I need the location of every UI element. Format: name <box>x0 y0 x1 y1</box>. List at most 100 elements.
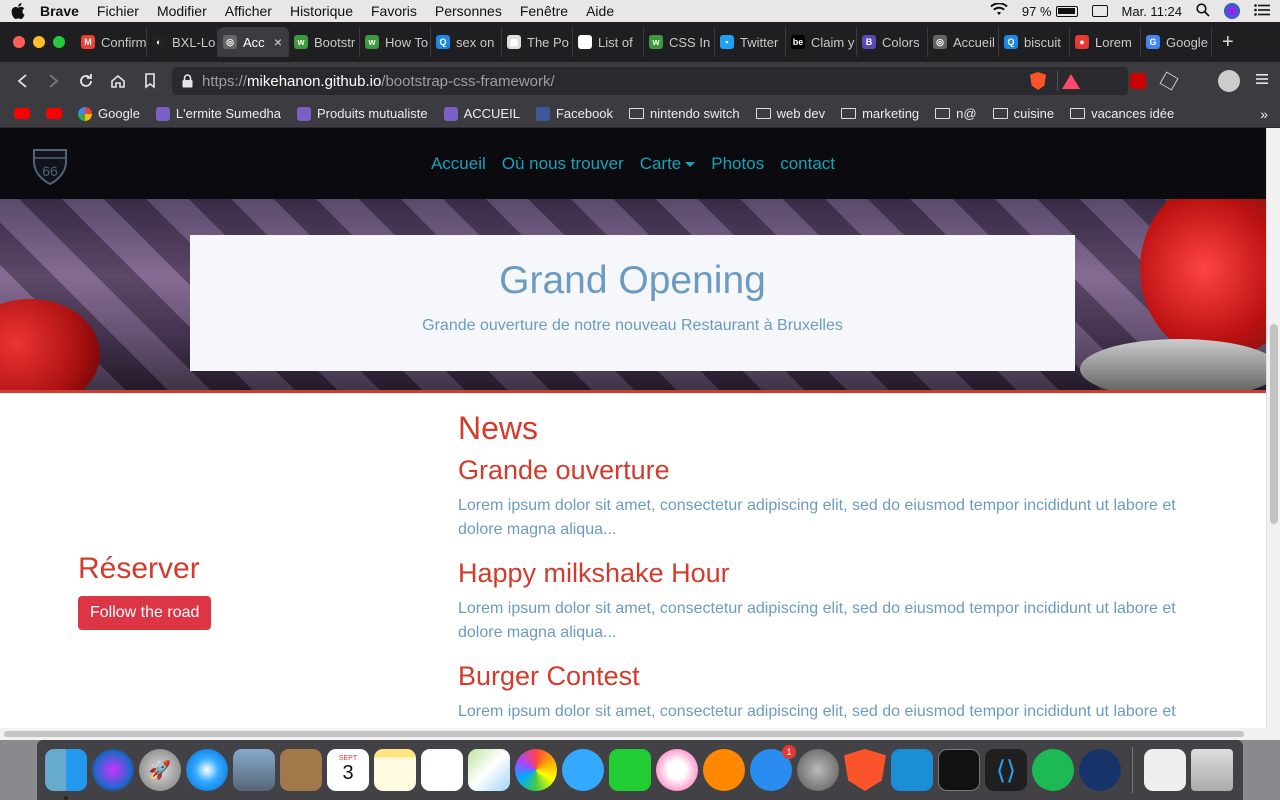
bookmark-item[interactable] <box>6 108 38 119</box>
nav-contact[interactable]: contact <box>772 154 843 174</box>
bookmark-item[interactable]: vacances idée <box>1062 106 1182 121</box>
keyboard-icon[interactable] <box>1091 5 1108 17</box>
bookmark-icon[interactable] <box>134 65 166 97</box>
home-button[interactable] <box>102 65 134 97</box>
itunes-icon[interactable] <box>656 749 698 791</box>
messages-icon[interactable] <box>562 749 604 791</box>
notes-icon[interactable] <box>374 749 416 791</box>
brave-shields-icon[interactable] <box>1030 72 1046 90</box>
browser-tab[interactable]: be Claim y <box>786 27 857 57</box>
browser-tab[interactable]: ◎ Acc × <box>218 27 289 57</box>
steam-icon[interactable] <box>1079 749 1121 791</box>
forward-button[interactable] <box>38 65 70 97</box>
menu-afficher[interactable]: Afficher <box>216 3 281 19</box>
brave-rewards-icon[interactable] <box>1062 73 1080 89</box>
siri-icon[interactable] <box>1224 3 1240 19</box>
route-66-logo[interactable]: 66 <box>30 146 70 186</box>
news-item-title[interactable]: Grande ouverture <box>458 455 1188 486</box>
vscode-icon[interactable]: ⟨⟩ <box>985 749 1027 791</box>
minimize-window-button[interactable] <box>33 36 45 48</box>
safari-icon[interactable] <box>186 749 228 791</box>
browser-tab[interactable]: w How To <box>360 27 431 57</box>
extension-cube-icon[interactable] <box>1159 71 1179 91</box>
affinity-designer-icon[interactable] <box>891 749 933 791</box>
terminal-icon[interactable] <box>938 749 980 791</box>
battery-indicator[interactable]: 97 % <box>1022 4 1078 19</box>
reload-button[interactable] <box>70 65 102 97</box>
browser-tab[interactable]: G Google <box>1141 27 1212 57</box>
nav-carte-dropdown[interactable]: Carte <box>632 154 704 174</box>
menu-favoris[interactable]: Favoris <box>362 3 426 19</box>
photos-icon[interactable] <box>515 749 557 791</box>
nav-ou-nous-trouver[interactable]: Où nous trouver <box>494 154 632 174</box>
bookmark-item[interactable]: nintendo switch <box>621 106 748 121</box>
apple-icon[interactable] <box>0 3 36 19</box>
facetime-icon[interactable] <box>609 749 651 791</box>
tab-close-icon[interactable]: × <box>274 34 282 50</box>
books-icon[interactable] <box>703 749 745 791</box>
trash-icon[interactable] <box>1191 749 1233 791</box>
browser-tab[interactable]: B Colors <box>857 27 928 57</box>
menu-fenetre[interactable]: Fenêtre <box>511 3 577 19</box>
browser-tab[interactable]: W List of <box>573 27 644 57</box>
finder-icon[interactable] <box>45 749 87 800</box>
bookmark-item[interactable]: L'ermite Sumedha <box>148 106 289 121</box>
clock[interactable]: Mar. 11:24 <box>1122 4 1182 19</box>
wifi-icon[interactable] <box>990 2 1008 19</box>
browser-tab[interactable]: ● Lorem <box>1070 27 1141 57</box>
bookmarks-overflow-icon[interactable]: » <box>1260 106 1268 122</box>
bookmark-item[interactable]: marketing <box>833 106 927 121</box>
bookmark-item[interactable]: cuisine <box>985 106 1062 121</box>
news-item-title[interactable]: Burger Contest <box>458 661 1188 692</box>
documents-folder-icon[interactable] <box>1144 749 1186 791</box>
horizontal-scroll-thumb[interactable] <box>4 731 1244 737</box>
spotlight-search-icon[interactable] <box>1196 2 1210 20</box>
mail-icon[interactable] <box>233 749 275 791</box>
back-button[interactable] <box>6 65 38 97</box>
bookmark-item[interactable] <box>38 108 70 119</box>
close-window-button[interactable] <box>13 36 25 48</box>
new-tab-button[interactable]: + <box>1212 31 1234 54</box>
bookmark-item[interactable]: n@ <box>927 106 984 121</box>
launchpad-icon[interactable]: 🚀 <box>139 749 181 791</box>
nav-accueil[interactable]: Accueil <box>423 154 494 174</box>
menu-fichier[interactable]: Fichier <box>88 3 148 19</box>
bookmark-item[interactable]: Google <box>70 106 148 121</box>
browser-tab[interactable]: Qbiscuit <box>999 27 1070 57</box>
siri-dock-icon[interactable] <box>92 749 134 791</box>
browser-tab[interactable]: ▦ The Po <box>502 27 573 57</box>
profile-avatar[interactable] <box>1218 70 1240 92</box>
browser-tab[interactable]: ▪ Twitter <box>715 27 786 57</box>
reminders-icon[interactable] <box>421 749 463 791</box>
notification-center-icon[interactable] <box>1254 3 1270 19</box>
extension-lastpass-icon[interactable] <box>1130 73 1146 89</box>
brave-icon[interactable] <box>844 749 886 791</box>
browser-tab[interactable]: M Confirm <box>76 27 147 57</box>
calendar-icon[interactable]: SEPT 3 <box>327 749 369 791</box>
bookmark-item[interactable]: Facebook <box>528 106 621 121</box>
system-preferences-icon[interactable] <box>797 749 839 791</box>
maps-icon[interactable] <box>468 749 510 791</box>
menu-aide[interactable]: Aide <box>577 3 623 19</box>
address-bar[interactable]: https://mikehanon.github.io/bootstrap-cs… <box>172 67 1128 95</box>
browser-tab[interactable]: ◎ Accueil <box>928 27 999 57</box>
menu-modifier[interactable]: Modifier <box>148 3 216 19</box>
bookmark-item[interactable]: ACCUEIL <box>436 106 528 121</box>
vertical-scrollbar[interactable] <box>1266 128 1280 728</box>
news-item-title[interactable]: Happy milkshake Hour <box>458 558 1188 589</box>
browser-tab[interactable]: ◐ BXL-Lo <box>147 27 218 57</box>
browser-tab[interactable]: w CSS In <box>644 27 715 57</box>
notebook-icon[interactable] <box>280 749 322 791</box>
bookmark-item[interactable]: web dev <box>748 106 833 121</box>
horizontal-scrollbar[interactable] <box>0 728 1266 740</box>
browser-tab[interactable]: Qsex on <box>431 27 502 57</box>
browser-tab[interactable]: w Bootstr <box>289 27 360 57</box>
follow-the-road-button[interactable]: Follow the road <box>78 596 212 630</box>
spotify-icon[interactable] <box>1032 749 1074 791</box>
vertical-scroll-thumb[interactable] <box>1270 324 1278 524</box>
menu-personnes[interactable]: Personnes <box>426 3 511 19</box>
nav-photos[interactable]: Photos <box>703 154 772 174</box>
bookmark-item[interactable]: Produits mutualiste <box>289 106 436 121</box>
menu-historique[interactable]: Historique <box>281 3 362 19</box>
zoom-window-button[interactable] <box>53 36 65 48</box>
